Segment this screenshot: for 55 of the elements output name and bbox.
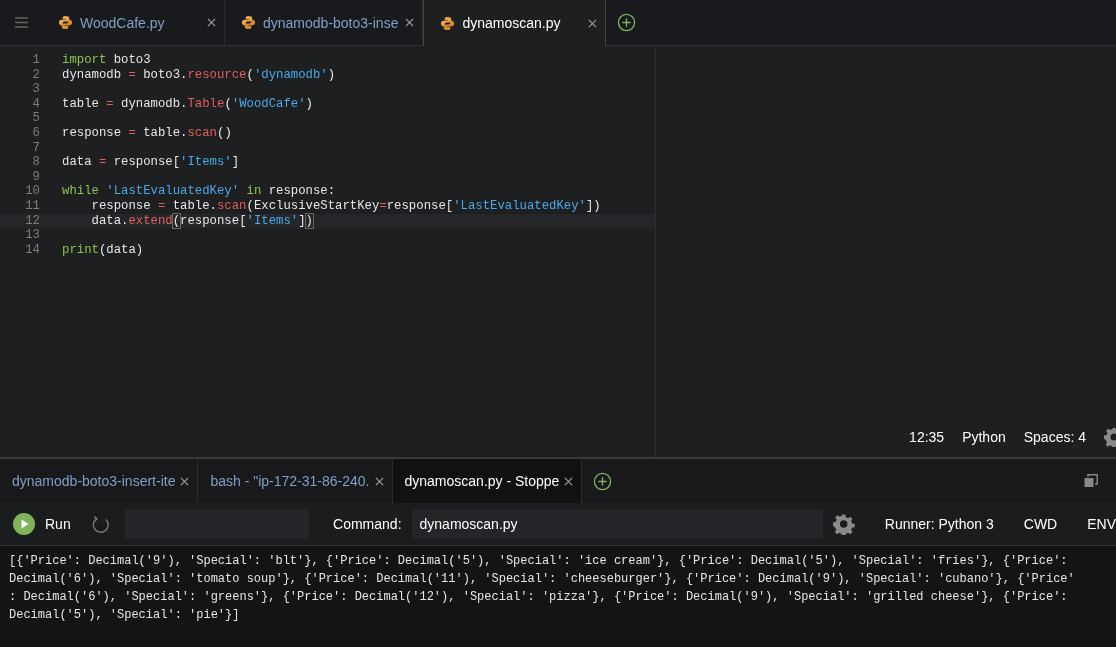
close-icon[interactable] (564, 476, 574, 486)
command-label: Command: (333, 516, 402, 532)
output-line: : Decimal('6'), 'Special': 'greens'}, {'Price': Decimal('12'), 'Special': 'pizza'}, {'Price': Decimal('9'), 'Special': 'grilled cheese'}, {'Price': (9, 589, 1069, 606)
code-line: table = dynamodb.Table('WoodCafe') (62, 96, 313, 112)
line-number: 8 (31, 155, 41, 170)
code-line: response = table.scan() (62, 125, 232, 141)
env-button[interactable]: ENV (1087, 516, 1116, 532)
cwd-button[interactable]: CWD (1023, 516, 1058, 532)
add-tab-icon[interactable] (592, 471, 612, 491)
menu-icon[interactable] (14, 17, 28, 28)
add-tab-icon[interactable] (616, 13, 636, 32)
editor-tab[interactable]: WoodCafe.py (42, 0, 225, 45)
close-icon[interactable] (374, 476, 384, 486)
close-icon[interactable] (405, 18, 415, 27)
close-icon[interactable] (588, 18, 598, 28)
line-number: 13 (24, 228, 41, 243)
language-mode[interactable]: Python (962, 429, 1006, 445)
line-number: 4 (31, 96, 41, 112)
line-number: 11 (24, 198, 41, 214)
code-line: response = table.scan(ExclusiveStartKey=response['LastEvaluatedKey']) (90, 198, 601, 214)
runner-selector[interactable]: Runner: Python 3 (884, 516, 994, 532)
line-number: 7 (31, 140, 41, 156)
line-number: 9 (31, 169, 41, 185)
line-number: 12 (24, 213, 41, 229)
code-line: print(data) (62, 242, 144, 258)
console-tab[interactable]: dynamoscan.py - Stoppe (392, 459, 583, 503)
play-icon (13, 513, 35, 535)
code-line: while 'LastEvaluatedKey' in response: (62, 184, 336, 199)
close-icon[interactable] (180, 476, 190, 486)
output-line: Decimal('6'), 'Special': 'tomato soup'}, {'Price': Decimal('11'), 'Special': 'cheeseburger'}, {'Price': Decimal('9'), 'Special': 'cubano'}, {'Price' (9, 571, 1076, 588)
code-line: dynamodb = boto3.resource('dynamodb') (62, 67, 336, 83)
line-number: 10 (24, 184, 41, 199)
cursor-position[interactable]: 12:35 (909, 429, 945, 445)
line-number: 14 (24, 242, 41, 258)
close-icon[interactable] (207, 18, 216, 27)
line-number: 2 (31, 67, 41, 83)
python-file-icon (440, 15, 456, 31)
run-button[interactable]: Run (13, 513, 71, 535)
indent-setting[interactable]: Spaces: 4 (1023, 429, 1086, 445)
code-line: data = response['Items'] (62, 155, 240, 170)
line-number: 3 (31, 82, 41, 97)
command-field[interactable]: dynamoscan.py (411, 509, 824, 539)
output-line: [{'Price': Decimal('9'), 'Special': 'blt'}, {'Price': Decimal('5'), 'Special': 'ice cream'}, {'Price': Decimal('5'), 'Special': 'fries'}, {'Price': (9, 553, 1069, 570)
python-file-icon (58, 15, 73, 30)
output-line: Decimal('5'), 'Special': 'pie'}] (9, 607, 241, 624)
restore-window-icon[interactable] (1084, 474, 1098, 488)
python-file-icon (241, 15, 256, 30)
editor-tab[interactable]: dynamoscan.py (423, 0, 607, 46)
settings-icon[interactable] (833, 513, 855, 535)
code-line: data.extend(response['Items']) (90, 213, 313, 229)
code-line: import boto3 (62, 53, 151, 68)
line-number: 6 (31, 125, 41, 141)
line-number: 1 (31, 53, 41, 68)
restart-icon[interactable] (90, 513, 112, 535)
line-number: 5 (31, 111, 41, 126)
